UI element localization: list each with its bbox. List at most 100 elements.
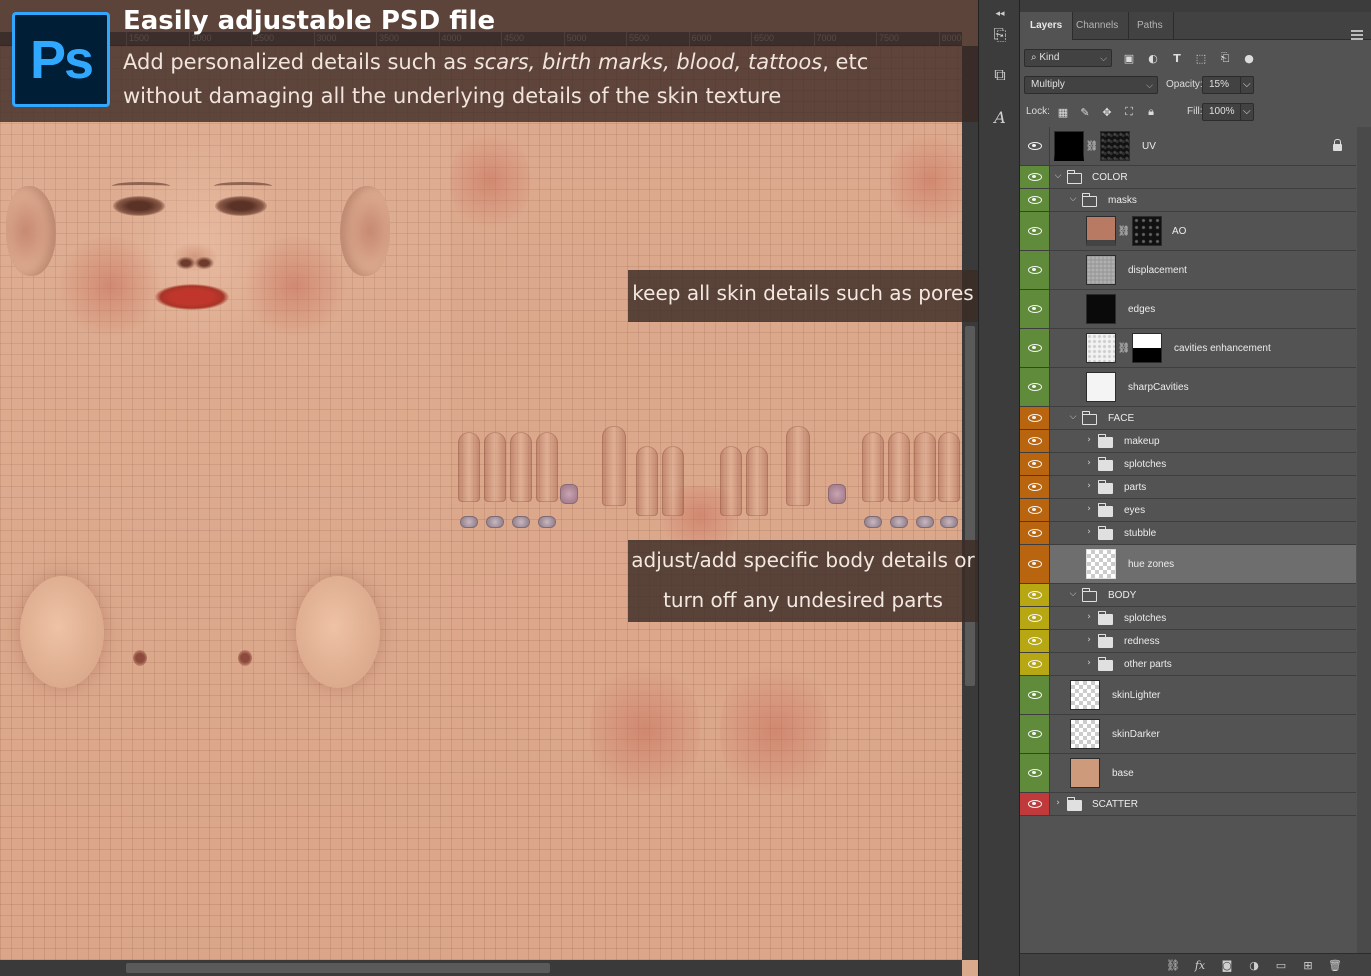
- lock-position-icon[interactable]: ✥: [1100, 105, 1114, 119]
- visibility-toggle[interactable]: [1020, 430, 1050, 452]
- expand-chevron-icon[interactable]: ⌵: [1068, 412, 1078, 422]
- new-adjustment-icon[interactable]: ◑: [1246, 958, 1262, 972]
- blend-mode-dropdown[interactable]: Multiply ⌵: [1024, 76, 1158, 94]
- group-row[interactable]: › eyes: [1020, 499, 1356, 522]
- layer-row[interactable]: edges: [1020, 290, 1356, 329]
- lock-transparent-icon[interactable]: ▦: [1056, 105, 1070, 119]
- horizontal-scroll-thumb[interactable]: [126, 963, 550, 973]
- collapse-chevron-icon[interactable]: ›: [1084, 612, 1094, 622]
- visibility-toggle[interactable]: [1020, 754, 1050, 792]
- layer-row[interactable]: skinDarker: [1020, 715, 1356, 754]
- group-row[interactable]: › SCATTER: [1020, 793, 1356, 816]
- new-layer-icon[interactable]: ⊞: [1300, 958, 1316, 972]
- group-row[interactable]: › other parts: [1020, 653, 1356, 676]
- visibility-toggle[interactable]: [1020, 584, 1050, 606]
- expand-chevron-icon[interactable]: ⌵: [1068, 589, 1078, 599]
- tab-paths[interactable]: Paths: [1127, 12, 1174, 40]
- trash-icon[interactable]: 🗑︎: [1327, 958, 1343, 972]
- visibility-toggle[interactable]: [1020, 499, 1050, 521]
- new-group-icon[interactable]: ▭: [1273, 958, 1289, 972]
- group-row[interactable]: ⌵ BODY: [1020, 584, 1356, 607]
- visibility-toggle[interactable]: [1020, 329, 1050, 367]
- add-mask-icon[interactable]: ◙: [1219, 958, 1235, 972]
- folder-icon: [1081, 588, 1097, 602]
- expand-chevron-icon[interactable]: ⌵: [1068, 194, 1078, 204]
- lock-artboard-icon[interactable]: ⛶: [1122, 105, 1136, 119]
- vertical-scrollbar[interactable]: [962, 46, 978, 960]
- group-row[interactable]: ⌵ COLOR: [1020, 166, 1356, 189]
- group-row[interactable]: ⌵ FACE: [1020, 407, 1356, 430]
- shape-filter-icon[interactable]: ⬚: [1194, 51, 1208, 65]
- collapse-chevron-icon[interactable]: ›: [1084, 458, 1094, 468]
- filter-toggle-icon[interactable]: ●: [1242, 51, 1256, 65]
- visibility-toggle[interactable]: [1020, 453, 1050, 475]
- history-icon[interactable]: ⎘: [989, 24, 1011, 46]
- visibility-toggle[interactable]: [1020, 630, 1050, 652]
- opacity-slider-button[interactable]: ⌵: [1240, 76, 1254, 94]
- collapse-chevron-icon[interactable]: ›: [1084, 435, 1094, 445]
- type-filter-icon[interactable]: T: [1170, 51, 1184, 65]
- knee-right-patch: [720, 656, 830, 806]
- horizontal-scrollbar[interactable]: [0, 960, 962, 976]
- collapse-arrows-icon[interactable]: ◂◂: [989, 3, 1011, 25]
- layers-scrollbar[interactable]: [1357, 127, 1371, 953]
- collapse-chevron-icon[interactable]: ›: [1053, 798, 1063, 808]
- group-row[interactable]: › stubble: [1020, 522, 1356, 545]
- fill-slider-button[interactable]: ⌵: [1240, 103, 1254, 121]
- layer-row[interactable]: base: [1020, 754, 1356, 793]
- layer-row[interactable]: sharpCavities: [1020, 368, 1356, 407]
- link-layers-icon[interactable]: ⛓: [1165, 958, 1181, 972]
- visibility-toggle[interactable]: [1020, 127, 1050, 165]
- character-icon[interactable]: A: [989, 106, 1011, 128]
- layer-row[interactable]: ⛓ cavities enhancement: [1020, 329, 1356, 368]
- visibility-toggle[interactable]: [1020, 653, 1050, 675]
- pixel-filter-icon[interactable]: ▣: [1122, 51, 1136, 65]
- collapse-chevron-icon[interactable]: ›: [1084, 504, 1094, 514]
- properties-icon[interactable]: ⧉: [989, 64, 1011, 86]
- group-row[interactable]: › redness: [1020, 630, 1356, 653]
- group-row[interactable]: › splotches: [1020, 607, 1356, 630]
- group-row[interactable]: › makeup: [1020, 430, 1356, 453]
- group-row[interactable]: › parts: [1020, 476, 1356, 499]
- smart-object-filter-icon[interactable]: ⎗: [1218, 51, 1232, 65]
- visibility-toggle[interactable]: [1020, 545, 1050, 583]
- lock-all-icon[interactable]: 🔒︎: [1144, 105, 1158, 119]
- visibility-toggle[interactable]: [1020, 166, 1050, 188]
- group-row[interactable]: › splotches: [1020, 453, 1356, 476]
- visibility-toggle[interactable]: [1020, 189, 1050, 211]
- visibility-toggle[interactable]: [1020, 251, 1050, 289]
- fill-input[interactable]: 100%: [1202, 103, 1242, 121]
- collapse-chevron-icon[interactable]: ›: [1084, 527, 1094, 537]
- visibility-toggle[interactable]: [1020, 793, 1050, 815]
- collapse-chevron-icon[interactable]: ›: [1084, 481, 1094, 491]
- visibility-toggle[interactable]: [1020, 676, 1050, 714]
- layer-thumbnail: [1086, 255, 1116, 285]
- visibility-toggle[interactable]: [1020, 290, 1050, 328]
- panel-menu-icon[interactable]: [1351, 30, 1363, 40]
- visibility-toggle[interactable]: [1020, 407, 1050, 429]
- layer-row[interactable]: skinLighter: [1020, 676, 1356, 715]
- layer-row[interactable]: ⛓ AO: [1020, 212, 1356, 251]
- document-canvas[interactable]: 1500200025003000350040004500500055006000…: [0, 0, 978, 976]
- visibility-toggle[interactable]: [1020, 212, 1050, 250]
- group-row[interactable]: ⌵ masks: [1020, 189, 1356, 212]
- filter-kind-dropdown[interactable]: ⌕ Kind ⌵: [1024, 49, 1112, 67]
- layer-row[interactable]: displacement: [1020, 251, 1356, 290]
- layer-row[interactable]: ⛓ UV: [1020, 127, 1356, 166]
- tab-channels[interactable]: Channels: [1066, 12, 1130, 40]
- visibility-toggle[interactable]: [1020, 607, 1050, 629]
- visibility-toggle[interactable]: [1020, 368, 1050, 406]
- expand-chevron-icon[interactable]: ⌵: [1053, 171, 1063, 181]
- fx-icon[interactable]: fx: [1192, 958, 1208, 972]
- visibility-toggle[interactable]: [1020, 522, 1050, 544]
- adjustment-filter-icon[interactable]: ◐: [1146, 51, 1160, 65]
- vertical-scroll-thumb[interactable]: [965, 326, 975, 686]
- visibility-toggle[interactable]: [1020, 476, 1050, 498]
- collapse-chevron-icon[interactable]: ›: [1084, 635, 1094, 645]
- visibility-toggle[interactable]: [1020, 715, 1050, 753]
- collapse-chevron-icon[interactable]: ›: [1084, 658, 1094, 668]
- opacity-input[interactable]: 15%: [1202, 76, 1242, 94]
- lock-paint-icon[interactable]: ✎: [1078, 105, 1092, 119]
- layer-row-selected[interactable]: hue zones: [1020, 545, 1356, 584]
- thumb-nail: [560, 484, 578, 504]
